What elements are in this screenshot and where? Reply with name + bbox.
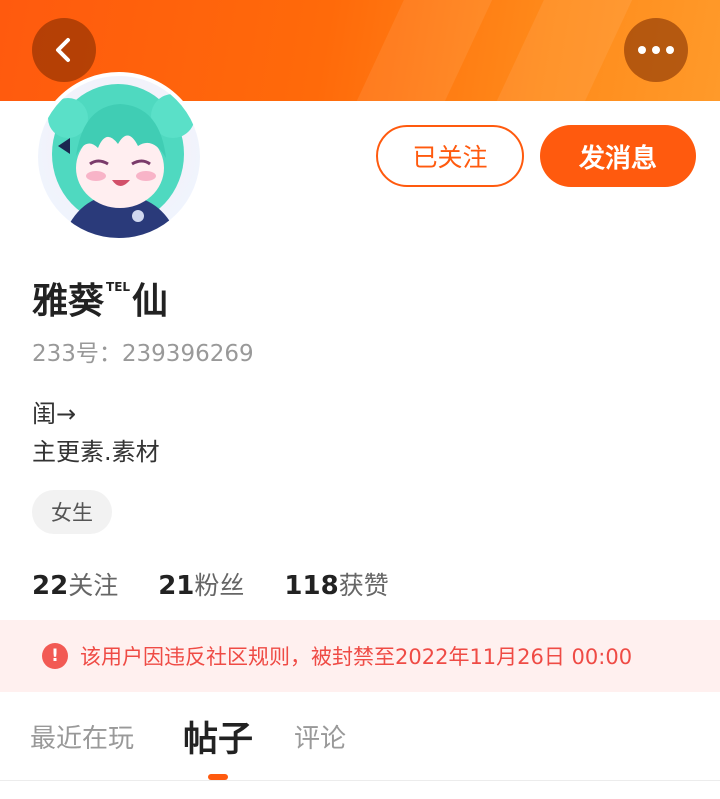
stat-following-label: 关注	[68, 571, 119, 600]
warning-icon: !	[42, 643, 68, 669]
user-id-label: 233号：	[32, 341, 122, 367]
stat-following-count: 22	[32, 571, 69, 601]
ban-notice: ! 该用户因违反社区规则，被封禁至2022年11月26日 00:00	[0, 620, 720, 692]
gender-tag: 女生	[32, 490, 112, 534]
stat-followers-label: 粉丝	[194, 571, 245, 600]
divider	[0, 780, 720, 781]
bio: 闺→ 主更素.素材	[32, 395, 160, 471]
stat-likes-count: 118	[284, 571, 339, 601]
bio-line-1: 闺→	[32, 400, 77, 428]
stats-row: 22 关注 21 粉丝 118 获赞	[32, 566, 429, 602]
tab-comments[interactable]: 评论	[294, 692, 346, 780]
send-message-button[interactable]: 发消息	[540, 125, 696, 187]
user-id-value: 239396269	[121, 341, 254, 367]
ban-notice-text: 该用户因违反社区规则，被封禁至2022年11月26日 00:00	[80, 645, 633, 669]
tab-posts[interactable]: 帖子	[183, 692, 253, 780]
more-horizontal-icon	[638, 46, 674, 54]
stat-followers[interactable]: 21 粉丝	[158, 566, 244, 602]
more-button[interactable]	[624, 18, 688, 82]
stat-following[interactable]: 22 关注	[32, 566, 118, 602]
stat-followers-count: 21	[158, 571, 195, 601]
username: 雅葵 TEL 仙	[32, 272, 168, 324]
avatar[interactable]	[34, 72, 204, 242]
chevron-left-icon	[56, 38, 70, 62]
anime-girl-avatar	[38, 76, 200, 238]
username-part1: 雅葵	[32, 281, 105, 322]
bio-line-2: 主更素.素材	[32, 438, 160, 466]
username-part2: 仙	[132, 281, 169, 322]
tab-bar: 最近在玩 帖子 评论	[0, 692, 720, 780]
follow-button[interactable]: 已关注	[376, 125, 524, 187]
user-id: 233号：239396269	[32, 334, 254, 368]
username-superscript: TEL	[106, 280, 131, 294]
stat-likes: 118 获赞	[284, 566, 388, 602]
back-button[interactable]	[32, 18, 96, 82]
tab-recently-played[interactable]: 最近在玩	[30, 692, 134, 780]
stat-likes-label: 获赞	[338, 571, 389, 600]
